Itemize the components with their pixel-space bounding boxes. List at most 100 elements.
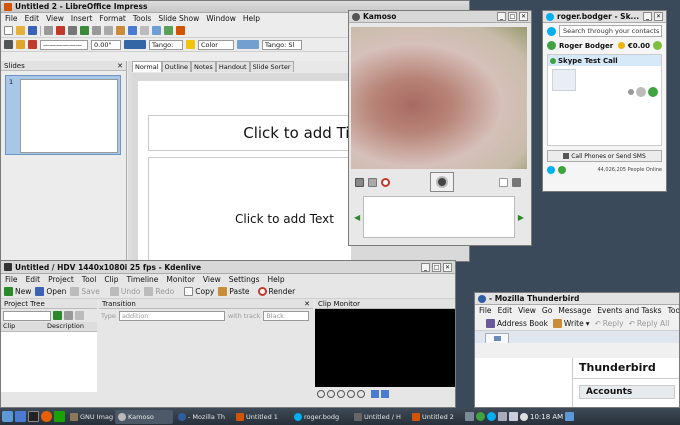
menu-view[interactable]: View xyxy=(203,275,221,284)
menu-edit[interactable]: Edit xyxy=(26,275,41,284)
video-call-icon[interactable] xyxy=(636,87,646,97)
menu-help[interactable]: Help xyxy=(268,275,285,284)
menu-help[interactable]: Help xyxy=(243,14,260,23)
line-color-swatch[interactable] xyxy=(237,40,259,49)
line-style-select[interactable]: —————— xyxy=(40,39,88,50)
add-contact-icon[interactable] xyxy=(653,41,662,50)
edit-clip-icon[interactable] xyxy=(64,311,73,320)
transition-type-select[interactable]: addition xyxy=(118,311,225,321)
dolphin-icon[interactable] xyxy=(15,411,26,422)
undo-icon[interactable] xyxy=(128,26,137,35)
close-icon[interactable]: ✕ xyxy=(519,12,528,21)
chart-icon[interactable] xyxy=(176,26,185,35)
step-back-icon[interactable] xyxy=(327,390,335,398)
panel-close-icon[interactable]: ✕ xyxy=(304,299,310,308)
photo-mode-icon[interactable] xyxy=(355,177,364,187)
maximize-icon[interactable]: □ xyxy=(432,262,441,272)
cut-icon[interactable] xyxy=(92,26,101,35)
line-color-select[interactable]: Tango: Sl xyxy=(262,39,302,50)
menu-edit[interactable]: Edit xyxy=(498,306,513,315)
menu-monitor[interactable]: Monitor xyxy=(166,275,195,284)
menu-file[interactable]: File xyxy=(479,306,492,315)
menu-tools[interactable]: Tools xyxy=(133,14,151,23)
menu-clip[interactable]: Clip xyxy=(104,275,118,284)
menu-timeline[interactable]: Timeline xyxy=(127,275,159,284)
address-book-button[interactable]: Address Book xyxy=(486,318,548,328)
reply-all-button[interactable]: ↶ Reply All xyxy=(629,319,670,328)
paintbrush-icon[interactable] xyxy=(16,40,25,49)
tab-handout[interactable]: Handout xyxy=(215,61,250,72)
menu-slide-show[interactable]: Slide Show xyxy=(158,14,199,23)
menu-project[interactable]: Project xyxy=(48,275,74,284)
render-button[interactable]: Render xyxy=(257,287,295,296)
show-desktop-icon[interactable] xyxy=(565,412,575,421)
contact-more-icon[interactable] xyxy=(628,89,634,95)
tray-volume-icon[interactable] xyxy=(498,412,507,421)
save-icon[interactable] xyxy=(28,26,37,35)
fill-color-swatch[interactable] xyxy=(124,40,146,49)
tab-slide-sorter[interactable]: Slide Sorter xyxy=(249,61,294,72)
home-tab[interactable] xyxy=(485,333,509,343)
image-icon[interactable] xyxy=(164,26,173,35)
menu-tool[interactable]: Tool xyxy=(82,275,97,284)
thunderbird-titlebar[interactable]: - Mozilla Thunderbird xyxy=(475,293,679,305)
write-button[interactable]: Write ▾ xyxy=(552,318,590,328)
col-description[interactable]: Description xyxy=(47,322,84,331)
close-icon[interactable]: ✕ xyxy=(443,262,452,272)
new-button[interactable]: New xyxy=(4,287,31,296)
close-icon[interactable]: ✕ xyxy=(654,12,663,21)
task-impress-1[interactable]: Untitled 1 xyxy=(233,410,289,424)
fill-style-select[interactable]: Tango: xyxy=(149,39,183,50)
task-kamoso[interactable]: Kamoso xyxy=(115,409,173,424)
menu-edit[interactable]: Edit xyxy=(25,14,40,23)
delete-clip-icon[interactable] xyxy=(75,311,84,320)
kdenlive-titlebar[interactable]: Untitled / HDV 1440x1080i 25 fps - Kdenl… xyxy=(1,261,455,274)
shadow-icon[interactable] xyxy=(186,40,195,49)
edit-icon[interactable] xyxy=(44,26,53,35)
skype-credit[interactable]: €0.00 xyxy=(628,42,650,50)
step-forward-icon[interactable] xyxy=(347,390,355,398)
menu-go[interactable]: Go xyxy=(542,306,552,315)
close-pane-icon[interactable]: ✕ xyxy=(117,61,123,70)
settings-tools-icon[interactable] xyxy=(512,177,521,187)
call-phones-button[interactable]: Call Phones or Send SMS xyxy=(547,150,662,162)
scroll-right-arrow[interactable]: ▶ xyxy=(515,213,527,222)
kde-launcher-icon[interactable] xyxy=(2,411,13,422)
menu-file[interactable]: File xyxy=(5,14,18,23)
open-folder-icon[interactable] xyxy=(16,26,25,35)
new-doc-icon[interactable] xyxy=(4,26,13,35)
tray-skype-icon[interactable] xyxy=(487,412,496,421)
forward-icon[interactable] xyxy=(357,390,365,398)
menu-window[interactable]: Window xyxy=(206,14,236,23)
line-width-field[interactable]: 0.00" xyxy=(91,39,121,50)
zone-in-icon[interactable] xyxy=(371,390,379,398)
spellcheck-icon[interactable] xyxy=(80,26,89,35)
minimize-icon[interactable]: _ xyxy=(421,262,430,272)
skype-status-icon[interactable] xyxy=(547,26,556,36)
menu-settings[interactable]: Settings xyxy=(229,275,260,284)
skype-call-icon[interactable] xyxy=(558,166,566,174)
user-name[interactable]: Roger Bodger xyxy=(559,42,613,50)
print-icon[interactable] xyxy=(68,26,77,35)
burst-mode-icon[interactable] xyxy=(368,177,377,187)
firefox-icon[interactable] xyxy=(41,411,52,422)
project-search-input[interactable] xyxy=(3,310,51,321)
pencil-icon[interactable] xyxy=(28,40,37,49)
task-skype[interactable]: roger.bodg xyxy=(291,410,349,424)
task-thunderbird[interactable]: - Mozilla Th xyxy=(175,410,231,424)
slide-thumbnail[interactable]: 1 xyxy=(5,75,121,155)
taskbar-clock[interactable]: 10:18 AM xyxy=(530,413,563,421)
capture-button[interactable] xyxy=(430,172,454,192)
col-clip[interactable]: Clip xyxy=(1,322,47,331)
undo-button[interactable]: Undo xyxy=(109,287,140,296)
rewind-icon[interactable] xyxy=(317,390,325,398)
libreoffice-icon[interactable] xyxy=(54,411,65,422)
menu-message[interactable]: Message xyxy=(558,306,591,315)
menu-file[interactable]: File xyxy=(5,275,18,284)
play-icon[interactable] xyxy=(337,390,345,398)
minimize-icon[interactable]: _ xyxy=(643,12,652,21)
paste-icon[interactable] xyxy=(116,26,125,35)
chevron-down-icon[interactable]: ▾ xyxy=(586,319,590,328)
contact-search-input[interactable]: Search through your contacts xyxy=(559,25,662,37)
tray-battery-icon[interactable] xyxy=(509,412,518,421)
